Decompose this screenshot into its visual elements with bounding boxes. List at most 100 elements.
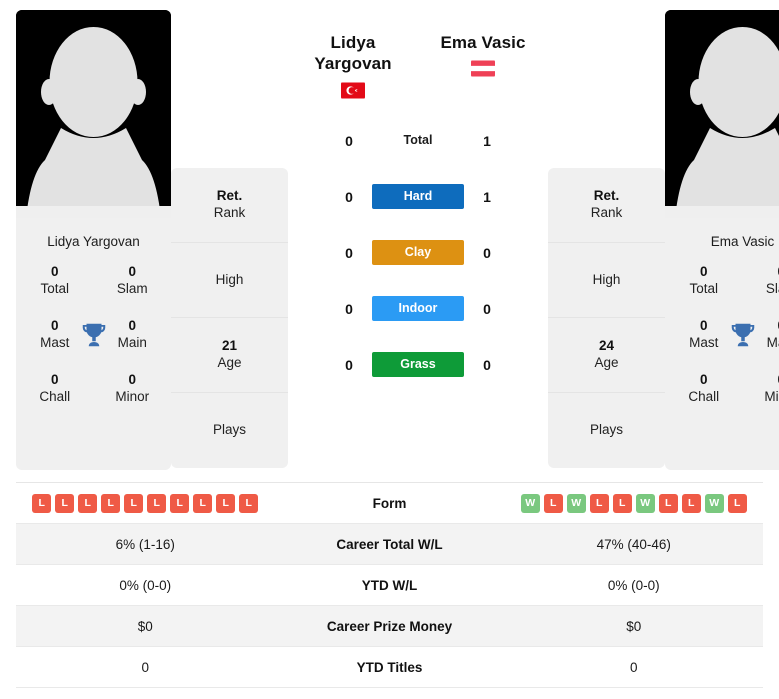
- right-plays-label: Plays: [589, 422, 623, 438]
- h2h-row: 0 Hard 1: [288, 169, 548, 225]
- trophy-icon: [79, 320, 109, 350]
- table-row: LLLLLLLLLL Form WLWLLWLLWL: [16, 483, 763, 524]
- right-form-strip: WLWLLWLLWL: [505, 493, 764, 513]
- right-titles-player-name: Ema Vasic: [710, 234, 775, 249]
- left-titles-slam-value: 0: [128, 264, 136, 280]
- left-titles-minor-label: Minor: [115, 388, 150, 404]
- left-ytd-titles: 0: [141, 659, 149, 675]
- h2h-row: 0 Total 1: [288, 113, 548, 169]
- table-row: 6% (1-16) Career Total W/L 47% (40-46): [16, 524, 763, 565]
- left-player-name-line1: Lidya: [330, 33, 376, 52]
- right-player-photo[interactable]: [665, 10, 779, 218]
- form-badge-loss: L: [612, 493, 632, 513]
- form-badge-loss: L: [543, 493, 563, 513]
- left-titles-chall-value: 0: [50, 371, 59, 387]
- h2h-right-score: 0: [483, 244, 491, 261]
- player-comparison-page: Lidya Yargovan 0 Total 0 Slam 0 Mast 0 M…: [0, 0, 779, 699]
- form-badge-loss: L: [727, 493, 747, 513]
- right-rank-label: Rank: [590, 205, 623, 220]
- left-titles-slam: 0 Slam: [94, 264, 172, 298]
- trophy-icon: [728, 320, 758, 350]
- left-form-strip: LLLLLLLLLL: [16, 493, 275, 513]
- left-high-row: High: [171, 243, 288, 318]
- left-career-prize-money: $0: [137, 618, 153, 634]
- form-badge-win: W: [566, 493, 586, 513]
- right-career-total-wl: 47% (40-46): [596, 536, 671, 552]
- form-badge-loss: L: [658, 493, 678, 513]
- h2h-right-score: 1: [483, 132, 491, 149]
- avatar-placeholder-icon: [665, 10, 779, 218]
- left-titles-grid: 0 Total 0 Slam 0 Mast 0 Main 0 Chall 0 M…: [16, 264, 171, 405]
- right-rank-row: Ret. Rank: [548, 168, 665, 243]
- table-row: 0 YTD Titles 0: [16, 647, 763, 688]
- right-info-column: Ret. Rank High 24 Age Plays: [548, 168, 665, 468]
- right-high-row: High: [548, 243, 665, 318]
- form-badge-win: W: [635, 493, 655, 513]
- h2h-left-score: 0: [345, 188, 353, 205]
- left-player-identity: Lidya Yargovan: [288, 32, 418, 99]
- right-flag-wrapper: [418, 60, 548, 77]
- right-age-row: 24 Age: [548, 318, 665, 393]
- right-info-card: Ret. Rank High 24 Age Plays: [548, 168, 665, 468]
- left-player-photo[interactable]: [16, 10, 171, 218]
- h2h-left-score: 0: [345, 356, 353, 373]
- left-titles-minor-value: 0: [128, 371, 136, 387]
- form-badge-loss: L: [216, 493, 236, 513]
- h2h-right-score: 0: [483, 356, 491, 373]
- form-badge-win: W: [520, 493, 540, 513]
- form-badge-loss: L: [78, 493, 98, 513]
- right-plays-row: Plays: [548, 393, 665, 468]
- right-form-cell: WLWLLWLLWL: [505, 493, 764, 513]
- row-label-form: Form: [372, 495, 407, 511]
- h2h-surface-label[interactable]: Grass: [372, 352, 464, 377]
- left-career-total-wl: 6% (1-16): [115, 536, 175, 552]
- table-row: 0% (0-0) YTD W/L 0% (0-0): [16, 565, 763, 606]
- right-rank-value: Ret.: [593, 188, 620, 204]
- left-player-name-line2: Yargovan: [314, 54, 392, 74]
- h2h-surface-label[interactable]: Indoor: [372, 296, 464, 321]
- left-info-column: Ret. Rank High 21 Age Plays: [171, 168, 288, 468]
- right-ytd-titles: 0: [629, 659, 638, 675]
- stats-comparison-table: LLLLLLLLLL Form WLWLLWLLWL 6% (1-16) Car…: [16, 482, 763, 688]
- right-titles-chall-label: Chall: [688, 388, 720, 404]
- right-career-prize-money: $0: [626, 618, 642, 634]
- left-age-label: Age: [217, 355, 242, 370]
- austria-flag-icon: [471, 60, 495, 77]
- player-names-row: Lidya Yargovan Ema Vasic: [288, 32, 548, 99]
- form-badge-loss: L: [101, 493, 121, 513]
- right-high-label: High: [592, 271, 621, 287]
- right-titles-total-value: 0: [699, 264, 708, 280]
- left-age-value: 21: [221, 338, 238, 354]
- h2h-surface-label[interactable]: Clay: [372, 240, 464, 265]
- right-titles-total-label: Total: [689, 281, 719, 297]
- top-comparison-area: Lidya Yargovan 0 Total 0 Slam 0 Mast 0 M…: [0, 0, 779, 470]
- left-titles-minor: 0 Minor: [94, 372, 172, 406]
- h2h-surface-label[interactable]: Hard: [372, 184, 464, 209]
- form-badge-loss: L: [32, 493, 52, 513]
- right-titles-minor-label: Minor: [764, 388, 779, 404]
- right-age-value: 24: [598, 338, 615, 354]
- right-titles-slam: 0 Slam: [743, 264, 779, 298]
- right-titles-card: Ema Vasic 0 Total 0 Slam 0 Mast: [665, 218, 779, 470]
- h2h-right-score: 0: [483, 300, 491, 317]
- h2h-row: 0 Clay 0: [288, 225, 548, 281]
- h2h-row: 0 Indoor 0: [288, 281, 548, 337]
- left-rank-value: Ret.: [216, 188, 243, 204]
- row-label-ytd-titles: YTD Titles: [356, 659, 423, 675]
- right-titles-chall: 0 Chall: [665, 372, 743, 406]
- left-titles-player-name: Lidya Yargovan: [47, 234, 140, 249]
- right-player-column: Ema Vasic 0 Total 0 Slam 0 Mast: [665, 10, 779, 470]
- left-high-label: High: [215, 271, 244, 287]
- left-flag-wrapper: [288, 82, 418, 99]
- right-titles-chall-value: 0: [699, 371, 708, 387]
- h2h-surface-list: 0 Total 1 0 Hard 1 0 Clay 0 0 Indoor 0 0…: [288, 113, 548, 393]
- form-badge-loss: L: [170, 493, 190, 513]
- h2h-row: 0 Grass 0: [288, 337, 548, 393]
- form-badge-loss: L: [589, 493, 609, 513]
- head-to-head-column: Lidya Yargovan Ema Vasic 0 Total 1 0 Har…: [288, 10, 548, 393]
- left-plays-row: Plays: [171, 393, 288, 468]
- right-age-label: Age: [594, 355, 619, 370]
- right-titles-total: 0 Total: [665, 264, 743, 298]
- row-label-ytd-wl: YTD W/L: [361, 577, 418, 593]
- left-plays-label: Plays: [212, 422, 246, 438]
